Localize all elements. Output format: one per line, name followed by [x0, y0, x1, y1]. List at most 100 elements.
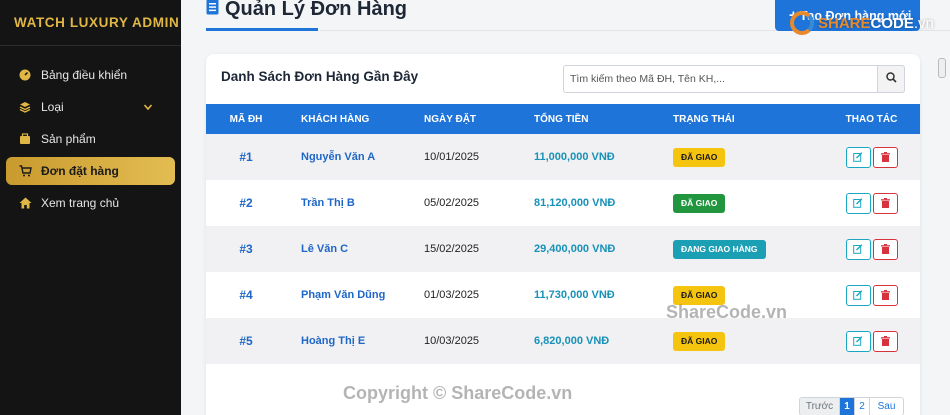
- edit-button[interactable]: [845, 284, 871, 306]
- sidebar: WATCH LUXURY ADMIN Bảng điều khiển Loại …: [0, 0, 181, 415]
- customer-name[interactable]: Trần Thị B: [286, 180, 424, 226]
- delete-button[interactable]: [872, 192, 898, 214]
- watermark-logo-part: SHARE: [818, 14, 871, 32]
- status-badge: ĐÃ GIAO: [673, 193, 726, 213]
- sidebar-item-label: Đơn đặt hàng: [41, 164, 119, 178]
- pagination-prev[interactable]: Trước: [800, 398, 840, 415]
- delete-button[interactable]: [872, 146, 898, 168]
- table-row: #5 Hoàng Thị E 10/03/2025 6,820,000 VNĐ …: [206, 318, 920, 364]
- watermark-text: ShareCode.vn: [666, 302, 788, 322]
- watermark-circle-icon: [790, 11, 814, 35]
- edit-icon: [853, 336, 863, 346]
- col-header-date[interactable]: NGÀY ĐẶT: [424, 104, 534, 134]
- order-date: 10/01/2025: [424, 151, 480, 163]
- sidebar-item-label: Xem trang chủ: [41, 196, 120, 210]
- trash-icon: [880, 336, 890, 346]
- order-total: 81,120,000 VNĐ: [534, 197, 616, 209]
- order-date: 01/03/2025: [424, 289, 480, 301]
- watermark-logo: SHARECODE.vn: [790, 11, 934, 35]
- watermark-logo-part: CODE: [870, 14, 914, 32]
- delete-button[interactable]: [872, 238, 898, 260]
- table-row: #2 Trần Thị B 05/02/2025 81,120,000 VNĐ …: [206, 180, 920, 226]
- customer-name[interactable]: Nguyễn Văn A: [286, 134, 424, 180]
- col-header-id[interactable]: MÃ ĐH: [206, 104, 286, 134]
- title-underline: [206, 28, 318, 31]
- sidebar-item-products[interactable]: Sản phẩm: [6, 125, 175, 153]
- customer-name[interactable]: Lê Văn C: [286, 226, 424, 272]
- search-input[interactable]: [563, 65, 878, 93]
- search-button[interactable]: [878, 65, 905, 93]
- order-total: 6,820,000 VNĐ: [534, 335, 610, 347]
- order-id[interactable]: #5: [206, 318, 286, 364]
- table-row: #4 Phạm Văn Dũng 01/03/2025 11,730,000 V…: [206, 272, 920, 318]
- edit-icon: [853, 244, 863, 254]
- status-badge: ĐÃ GIAO: [673, 331, 726, 351]
- trash-icon: [880, 290, 890, 300]
- search-icon: [885, 70, 897, 88]
- status-badge: ĐANG GIAO HÀNG: [673, 239, 766, 259]
- edit-button[interactable]: [845, 192, 871, 214]
- trash-icon: [880, 198, 890, 208]
- sidebar-nav: Bảng điều khiển Loại Sản phẩm Đơn đặt hà…: [0, 46, 181, 217]
- order-date: 10/03/2025: [424, 335, 480, 347]
- order-total: 11,000,000 VNĐ: [534, 151, 615, 163]
- scrollbar[interactable]: [938, 58, 946, 78]
- layers-icon: [18, 100, 32, 114]
- col-header-total[interactable]: TỔNG TIỀN: [534, 104, 673, 134]
- card-title: Danh Sách Đơn Hàng Gần Đây: [221, 69, 419, 84]
- trash-icon: [880, 244, 890, 254]
- col-header-status[interactable]: TRẠNG THÁI: [673, 104, 823, 134]
- pagination: Trước 1 2 Sau: [799, 397, 904, 415]
- orders-card: Danh Sách Đơn Hàng Gần Đây MÃ ĐH KHÁCH H…: [206, 54, 920, 415]
- order-id[interactable]: #4: [206, 272, 286, 318]
- pagination-page-1[interactable]: 1: [840, 398, 855, 415]
- box-icon: [18, 132, 32, 146]
- trash-icon: [880, 152, 890, 162]
- table-header-row: MÃ ĐH KHÁCH HÀNG NGÀY ĐẶT TỔNG TIỀN TRẠN…: [206, 104, 920, 134]
- edit-button[interactable]: [845, 330, 871, 352]
- pagination-page-2[interactable]: 2: [855, 398, 870, 415]
- sidebar-item-categories[interactable]: Loại: [6, 93, 175, 121]
- brand-logo[interactable]: WATCH LUXURY ADMIN: [0, 0, 181, 46]
- copyright-watermark: Copyright © ShareCode.vn: [343, 383, 573, 403]
- customer-name[interactable]: Phạm Văn Dũng: [286, 272, 424, 318]
- delete-button[interactable]: [872, 330, 898, 352]
- page-title: Quản Lý Đơn Hàng: [206, 0, 407, 24]
- orders-table: MÃ ĐH KHÁCH HÀNG NGÀY ĐẶT TỔNG TIỀN TRẠN…: [206, 104, 920, 364]
- table-row: #1 Nguyễn Văn A 10/01/2025 11,000,000 VN…: [206, 134, 920, 180]
- document-icon: [206, 0, 219, 20]
- chevron-down-icon[interactable]: [143, 101, 153, 115]
- search-bar: [563, 65, 905, 93]
- order-id[interactable]: #3: [206, 226, 286, 272]
- status-badge: ĐÃ GIAO: [673, 147, 726, 167]
- home-icon: [18, 196, 32, 210]
- order-total: 29,400,000 VNĐ: [534, 243, 616, 255]
- sidebar-item-label: Bảng điều khiển: [41, 68, 128, 82]
- order-id[interactable]: #1: [206, 134, 286, 180]
- cart-icon: [18, 164, 32, 178]
- edit-button[interactable]: [845, 146, 871, 168]
- sidebar-item-label: Loại: [41, 100, 64, 114]
- order-date: 05/02/2025: [424, 197, 480, 209]
- edit-icon: [853, 198, 863, 208]
- sidebar-item-label: Sản phẩm: [41, 132, 96, 146]
- gauge-icon: [18, 68, 32, 82]
- order-id[interactable]: #2: [206, 180, 286, 226]
- sidebar-item-dashboard[interactable]: Bảng điều khiển: [6, 61, 175, 89]
- order-date: 15/02/2025: [424, 243, 480, 255]
- edit-button[interactable]: [845, 238, 871, 260]
- delete-button[interactable]: [872, 284, 898, 306]
- sidebar-item-home[interactable]: Xem trang chủ: [6, 189, 175, 217]
- col-header-actions: THAO TÁC: [845, 113, 898, 125]
- edit-icon: [853, 290, 863, 300]
- edit-icon: [853, 152, 863, 162]
- pagination-next[interactable]: Sau: [870, 398, 903, 415]
- table-row: #3 Lê Văn C 15/02/2025 29,400,000 VNĐ ĐA…: [206, 226, 920, 272]
- watermark-logo-part: .vn: [913, 14, 934, 32]
- sidebar-item-orders[interactable]: Đơn đặt hàng: [6, 157, 175, 185]
- customer-name[interactable]: Hoàng Thị E: [286, 318, 424, 364]
- page-title-text: Quản Lý Đơn Hàng: [225, 0, 408, 20]
- watermark-logo-text: SHARECODE.vn: [818, 15, 934, 32]
- col-header-customer[interactable]: KHÁCH HÀNG: [286, 104, 424, 134]
- order-total: 11,730,000 VNĐ: [534, 289, 615, 301]
